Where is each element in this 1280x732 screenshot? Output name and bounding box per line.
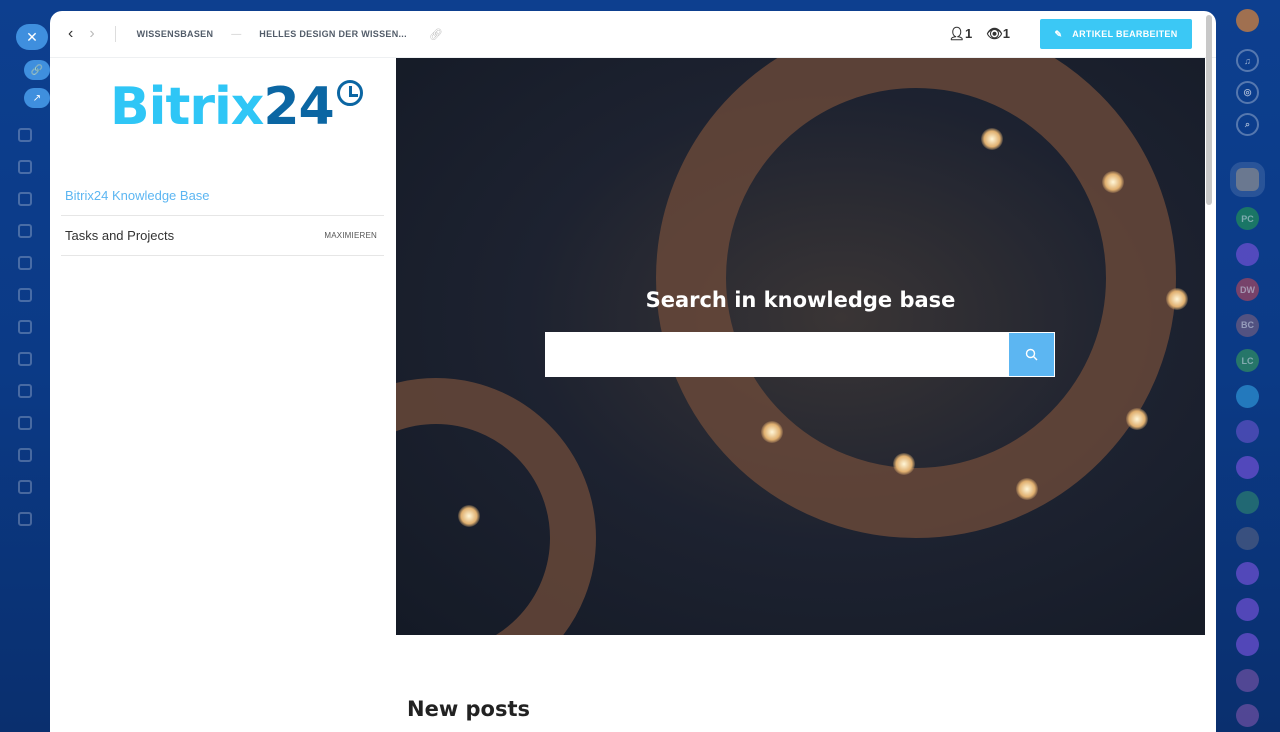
menu-item-knowledge-base[interactable]: Bitrix24 Knowledge Base	[61, 176, 384, 216]
top-bar: ‹ › WISSENSBASEN — HELLES DESIGN DER WIS…	[50, 11, 1216, 58]
decor	[981, 128, 1003, 150]
search-icon	[1025, 348, 1038, 361]
search-box	[545, 332, 1055, 377]
breadcrumb-separator: —	[231, 28, 242, 40]
chat-avatar[interactable]	[1236, 597, 1259, 621]
search-title: Search in knowledge base	[645, 288, 956, 312]
menu-icon[interactable]	[18, 448, 32, 462]
bell-icon[interactable]: ♫	[1236, 49, 1259, 72]
eye-icon: 👁︎	[986, 26, 1003, 41]
breadcrumb-current[interactable]: HELLES DESIGN DER WISSEN...	[259, 29, 407, 39]
copilot-icon[interactable]: ◎	[1236, 81, 1259, 104]
article-slider: ‹ › WISSENSBASEN — HELLES DESIGN DER WIS…	[50, 11, 1216, 732]
chat-avatar[interactable]	[1236, 526, 1259, 550]
chat-avatar[interactable]: BC	[1236, 313, 1259, 337]
copy-link-button[interactable]: 🔗	[24, 60, 50, 80]
chat-avatar[interactable]	[1236, 562, 1259, 585]
decor	[1126, 408, 1148, 430]
close-icon: ✕	[26, 28, 38, 45]
scrollbar[interactable]	[1206, 15, 1212, 205]
chat-avatar[interactable]: PC	[1236, 207, 1259, 230]
decor	[458, 505, 480, 527]
forward-icon[interactable]: ›	[89, 25, 94, 43]
menu-item-tasks-projects[interactable]: Tasks and Projects MAXIMIEREN	[61, 216, 384, 256]
menu-icon[interactable]	[18, 288, 32, 302]
users-stat: 👤︎1	[948, 26, 973, 41]
maximize-link[interactable]: MAXIMIEREN	[324, 231, 377, 240]
close-slider-button[interactable]: ✕	[16, 24, 48, 50]
chat-avatar[interactable]	[1236, 668, 1259, 692]
clock-icon	[336, 80, 363, 106]
user-icon: 👤︎	[948, 26, 966, 41]
menu-icon[interactable]	[18, 352, 32, 366]
menu-icon[interactable]	[18, 256, 32, 270]
decor	[893, 453, 915, 475]
decor	[1016, 478, 1038, 500]
decor	[761, 421, 783, 443]
menu-icon[interactable]	[18, 480, 32, 494]
menu-icon[interactable]	[18, 416, 32, 430]
external-icon: ↗	[32, 92, 42, 104]
search-button[interactable]	[1009, 333, 1054, 376]
kb-menu: Bitrix24 Knowledge Base Tasks and Projec…	[61, 176, 384, 256]
menu-icon[interactable]	[18, 128, 32, 142]
decor	[1102, 171, 1124, 193]
views-stat: 👁︎1	[986, 26, 1010, 41]
user-avatar[interactable]	[1236, 9, 1259, 32]
contact-avatar[interactable]	[1230, 162, 1265, 197]
stats: 👤︎1 👁︎1	[949, 26, 1011, 42]
link-icon: 🔗	[30, 64, 44, 76]
right-panel: ♫ ◎ ⌕ PC DW BC LC	[1216, 0, 1280, 732]
search-input[interactable]	[545, 332, 1008, 377]
chat-avatar[interactable]	[1236, 384, 1259, 408]
edit-article-button[interactable]: ✎ ARTIKEL BEARBEITEN	[1040, 19, 1192, 49]
chat-avatar[interactable]	[1236, 242, 1259, 266]
bitrix24-logo: Bitrix24	[110, 77, 363, 137]
chat-avatar[interactable]	[1236, 633, 1259, 656]
divider	[114, 26, 116, 42]
back-icon[interactable]: ‹	[68, 25, 73, 43]
hero-banner: Search in knowledge base	[396, 58, 1205, 635]
menu-icon[interactable]	[18, 512, 32, 526]
pencil-icon: ✎	[1054, 28, 1063, 39]
menu-icon[interactable]	[18, 224, 32, 238]
new-posts-heading: New posts	[407, 697, 531, 721]
menu-icon[interactable]	[18, 384, 32, 398]
menu-icon[interactable]	[18, 192, 32, 206]
chat-avatar[interactable]	[1236, 704, 1259, 727]
link-icon[interactable]: 🔗︎	[429, 28, 443, 41]
breadcrumb-knowledge-bases[interactable]: WISSENSBASEN	[137, 29, 214, 39]
decor	[396, 378, 596, 635]
chat-avatar[interactable]	[1236, 491, 1259, 514]
chat-avatar[interactable]: DW	[1236, 278, 1259, 301]
chat-avatar[interactable]	[1236, 455, 1259, 479]
search-chat-icon[interactable]: ⌕	[1236, 113, 1259, 136]
left-navigation: ✕ 🔗 ↗	[0, 0, 50, 732]
menu-icon[interactable]	[18, 160, 32, 174]
menu-icon[interactable]	[18, 320, 32, 334]
chat-avatar[interactable]	[1236, 420, 1259, 443]
chat-avatar[interactable]: LC	[1236, 349, 1259, 372]
open-new-window-button[interactable]: ↗	[24, 88, 50, 108]
